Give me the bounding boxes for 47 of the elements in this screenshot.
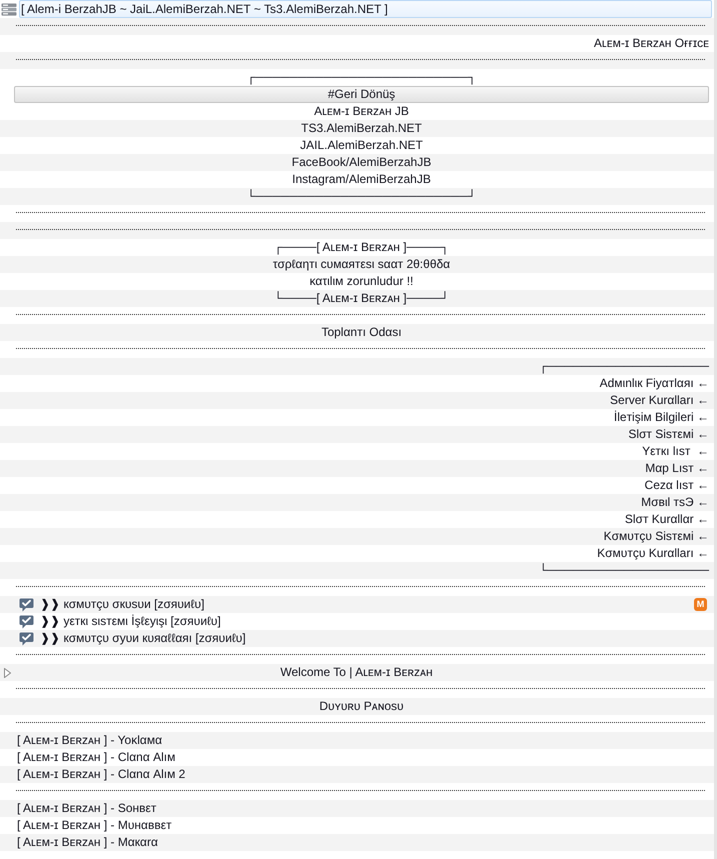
channel-item[interactable]: [ Aʟᴇᴍ-ɪ Bᴇʀᴢᴀʜ ] - Mαкαrα bbox=[0, 834, 714, 851]
channel-item[interactable]: ┌─────────────────── bbox=[0, 358, 714, 375]
channel-item[interactable]: [ Aʟᴇᴍ-ɪ Bᴇʀᴢᴀʜ ] - Yoκlαмα bbox=[0, 732, 714, 749]
channel-item[interactable]: [ Aʟᴇᴍ-ɪ Bᴇʀᴢᴀʜ ] - Clαnα Alıм 2 bbox=[0, 766, 714, 783]
channel-item[interactable]: [ Aʟᴇᴍ-ɪ Bᴇʀᴢᴀʜ ] - Clαnα Alıм bbox=[0, 749, 714, 766]
channel-item[interactable]: #Geri Dönüş bbox=[14, 86, 709, 103]
server-name[interactable]: [ Alem-i BerzahJB ~ JaiL.AlemiBerzah.NET ~ Ts3.AlemiBerzah.NET ] bbox=[19, 0, 712, 18]
channel-item[interactable]: ❱❱ кσмυтçυ σкυsυи [zσяυиℓυ] M bbox=[0, 596, 714, 613]
channel-item[interactable]: Aʟᴇᴍ-ɪ Bᴇʀᴢᴀʜ Oғғɪᴄᴇ bbox=[0, 35, 714, 52]
channel-item[interactable]: Kσмυтçυ Kurαlları ← bbox=[0, 545, 714, 562]
channel-item[interactable]: τσρℓαηтι cυмαятεsι sααт 2θ:θθδα bbox=[0, 256, 714, 273]
channel-item[interactable]: ❱❱ уεткι sιsтεмι İşℓεyιşι [zσяυиℓυ] bbox=[0, 613, 714, 630]
chat-check-icon bbox=[19, 614, 34, 628]
channel-item[interactable]: └────[ Aʟᴇᴍ-ɪ Bᴇʀᴢᴀʜ ]────┘ bbox=[0, 290, 714, 307]
channel-item[interactable]: Slσт Sisтεмi ← bbox=[0, 426, 714, 443]
channel-item[interactable]: [ Aʟᴇᴍ-ɪ Bᴇʀᴢᴀʜ ] - Soнвεт bbox=[0, 800, 714, 817]
channel-item[interactable]: [ Aʟᴇᴍ-ɪ Bᴇʀᴢᴀʜ ] - Mυнαввεт bbox=[0, 817, 714, 834]
channel-item[interactable]: κατιlιм zorunludur !! bbox=[0, 273, 714, 290]
channel-item[interactable]: JAIL.AlemiBerzah.NET bbox=[0, 137, 714, 154]
channel-item[interactable]: ❱❱ кσмυтçυ σуυи кυяαℓℓαяı [zσяυиℓυ] bbox=[0, 630, 714, 647]
chat-check-icon bbox=[19, 632, 34, 646]
channel-item[interactable]: Mσвιl тsЭ ← bbox=[0, 494, 714, 511]
channel-item[interactable]: TS3.AlemiBerzah.NET bbox=[0, 120, 714, 137]
moderated-badge: M bbox=[694, 598, 707, 611]
channel-item[interactable]: Toplαnтı Odαsı bbox=[0, 324, 714, 341]
channel-item[interactable]: Kσмυтçυ Sisтεмi ← bbox=[0, 528, 714, 545]
spacer-item[interactable] bbox=[0, 18, 714, 35]
channel-item[interactable]: Instagram/AlemiBerzahJB bbox=[0, 171, 714, 188]
channel-item[interactable]: ┌─────────────────────────┐ bbox=[0, 69, 714, 86]
channel-item[interactable]: ┌────[ Aʟᴇᴍ-ɪ Bᴇʀᴢᴀʜ ]────┐ bbox=[0, 239, 714, 256]
channel-item[interactable]: Server Kurαlları ← bbox=[0, 392, 714, 409]
channel-item[interactable]: Cezα lısт ← bbox=[0, 477, 714, 494]
chat-check-icon bbox=[19, 598, 34, 612]
expand-arrow-icon[interactable] bbox=[4, 668, 11, 678]
channel-item[interactable]: İleтişiм Bilgileri ← bbox=[0, 409, 714, 426]
channel-item[interactable]: └─────────────────── bbox=[0, 562, 714, 579]
channel-item[interactable]: Slσт Kurαllαr ← bbox=[0, 511, 714, 528]
channel-item[interactable]: Yεткı lısт ← bbox=[0, 443, 714, 460]
channel-item[interactable]: Mαp Lısт ← bbox=[0, 460, 714, 477]
spacer-item[interactable] bbox=[0, 222, 714, 239]
spacer-item[interactable] bbox=[0, 52, 714, 69]
channel-item[interactable]: Dᴜʏᴜʀᴜ Pᴀɴᴏsᴜ bbox=[0, 698, 714, 715]
channel-item[interactable]: Welcome To | Aʟᴇᴍ-ɪ Bᴇʀᴢᴀʜ bbox=[0, 664, 714, 681]
channel-item[interactable]: FaceBook/AlemiBerzahJB bbox=[0, 154, 714, 171]
channel-item[interactable]: Aʟᴇᴍ-ɪ Bᴇʀᴢᴀʜ JB bbox=[0, 103, 714, 120]
channel-item[interactable]: Adмιnlιк Fiyαтlαяı ← bbox=[0, 375, 714, 392]
channel-item[interactable]: └─────────────────────────┘ bbox=[0, 188, 714, 205]
